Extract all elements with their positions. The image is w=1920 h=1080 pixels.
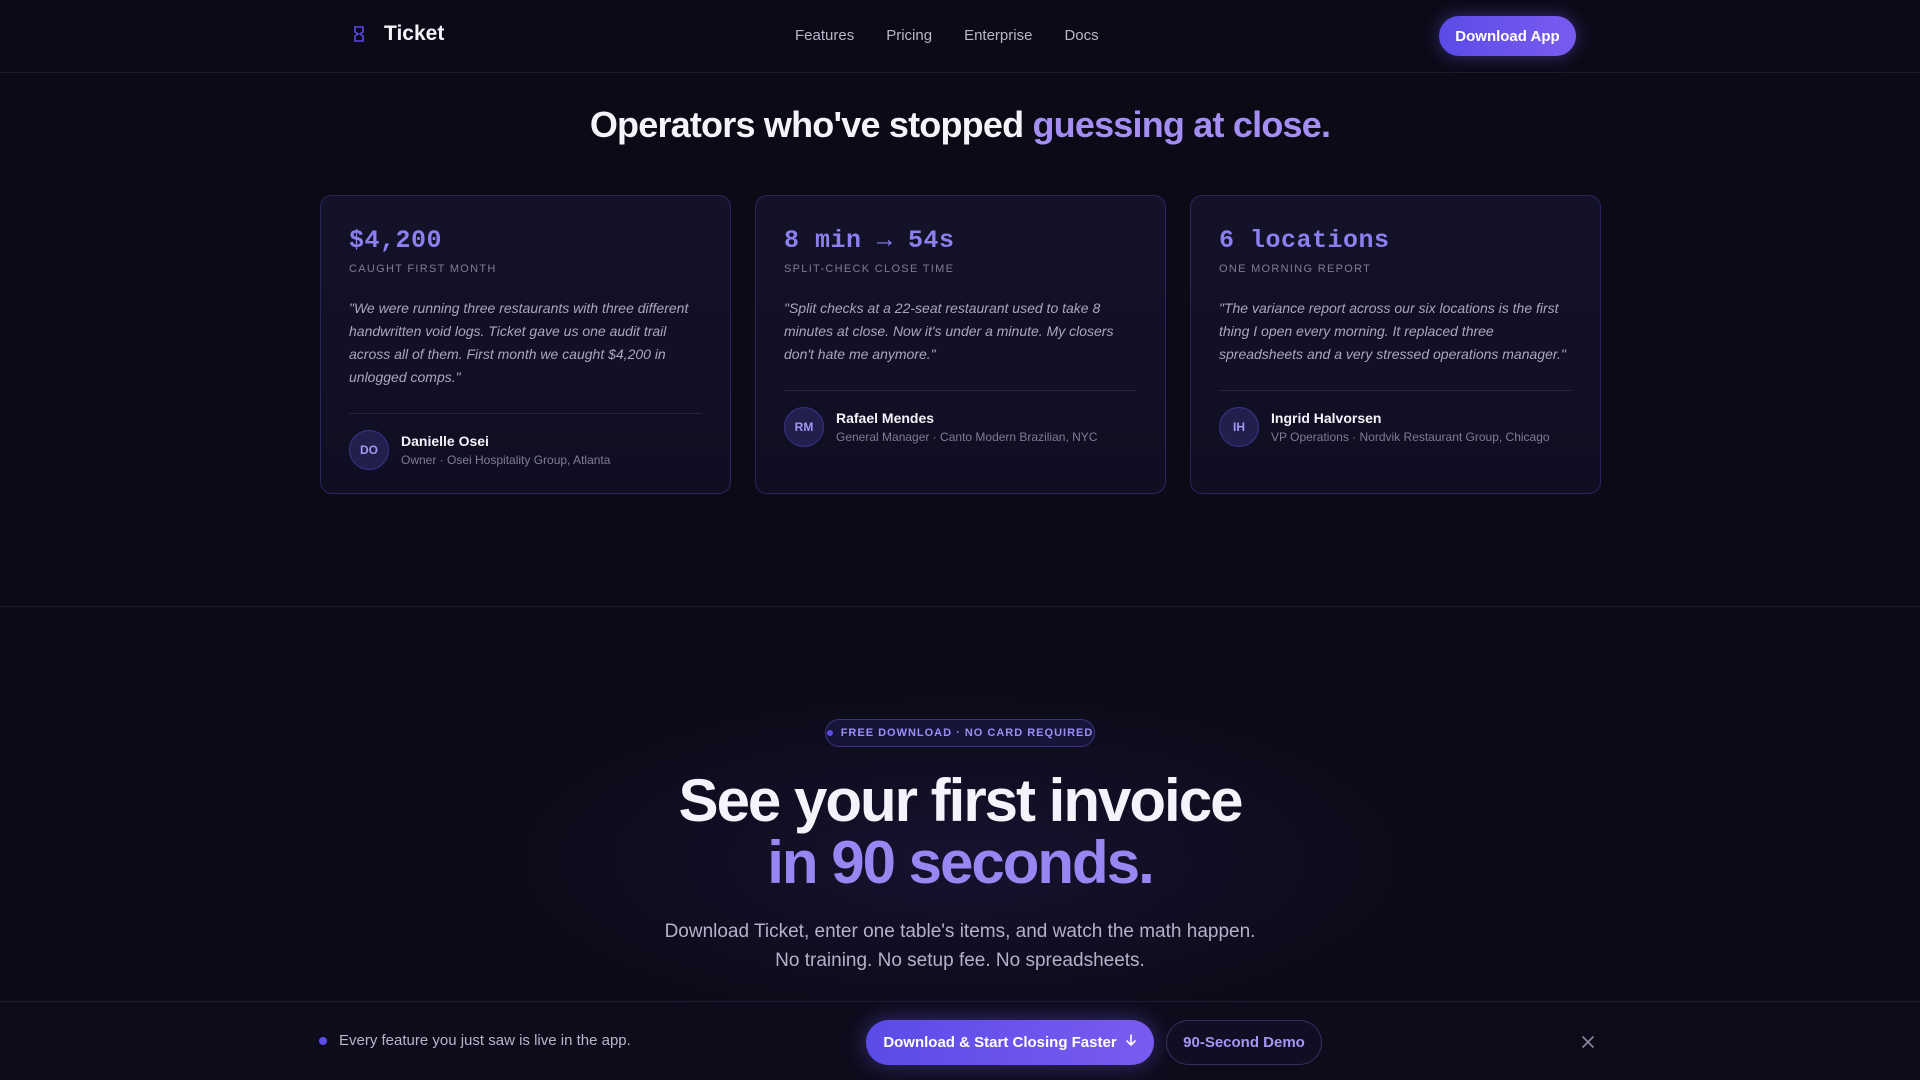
card-author: IH Ingrid Halvorsen VP Operations · Nord… [1219, 407, 1572, 447]
nav-link-features[interactable]: Features [795, 27, 854, 44]
card-quote: "The variance report across our six loca… [1219, 300, 1566, 362]
card-divider [1219, 390, 1572, 391]
author-role: General Manager · Canto Modern Brazilian… [836, 430, 1098, 444]
ticket-icon [348, 22, 370, 46]
demo-button[interactable]: 90-Second Demo [1166, 1020, 1322, 1065]
badge-text: FREE DOWNLOAD · NO CARD REQUIRED [840, 727, 1094, 739]
card-metric-label: CAUGHT FIRST MONTH [349, 263, 497, 275]
card-metric: 6 locations [1219, 226, 1390, 255]
cta-heading-line1: See your first invoice [678, 767, 1244, 834]
card-author: RM Rafael Mendes General Manager · Canto… [784, 407, 1137, 447]
testimonial-card-osei: $4,200 CAUGHT FIRST MONTH "We were runni… [320, 195, 731, 494]
download-start-label: Download & Start Closing Faster [883, 1034, 1117, 1051]
author-info: Ingrid Halvorsen VP Operations · Nordvik… [1271, 410, 1550, 444]
author-name: Ingrid Halvorsen [1271, 410, 1382, 426]
testimonials-heading-main: Operators who've stopped [589, 104, 1033, 145]
testimonials-heading: Operators who've stopped guessing at clo… [0, 104, 1920, 146]
card-metric: 8 min → 54s [784, 226, 955, 255]
card-divider [784, 390, 1137, 391]
avatar: DO [349, 430, 389, 470]
author-name: Danielle Osei [401, 433, 489, 449]
card-divider [349, 413, 702, 414]
card-quote: "We were running three restaurants with … [349, 300, 689, 385]
bar-message-text: Every feature you just saw is live in th… [339, 1032, 631, 1049]
author-role: Owner · Osei Hospitality Group, Atlanta [401, 453, 611, 467]
testimonial-card-halvorsen: 6 locations ONE MORNING REPORT "The vari… [1190, 195, 1601, 494]
nav-link-enterprise[interactable]: Enterprise [964, 27, 1032, 44]
testimonial-card-mendes: 8 min → 54s SPLIT-CHECK CLOSE TIME "Spli… [755, 195, 1166, 494]
bar-message: Every feature you just saw is live in th… [319, 1032, 631, 1049]
cta-heading-line2: in 90 seconds. [767, 829, 1154, 896]
cta-subtitle-line1: Download Ticket, enter one table's items… [664, 921, 1256, 942]
testimonial-cards: $4,200 CAUGHT FIRST MONTH "We were runni… [320, 195, 1601, 494]
free-download-badge: FREE DOWNLOAD · NO CARD REQUIRED [825, 719, 1095, 747]
card-quote: "Split checks at a 22-seat restaurant us… [784, 300, 1114, 362]
nav-link-pricing[interactable]: Pricing [886, 27, 932, 44]
card-author: DO Danielle Osei Owner · Osei Hospitalit… [349, 430, 702, 470]
cta-subtitle: Download Ticket, enter one table's items… [0, 917, 1920, 975]
nav-links: Features Pricing Enterprise Docs [795, 27, 1099, 44]
author-role: VP Operations · Nordvik Restaurant Group… [1271, 430, 1550, 444]
avatar: RM [784, 407, 824, 447]
card-metric: $4,200 [349, 226, 443, 255]
close-icon[interactable] [1578, 1032, 1598, 1052]
nav-link-docs[interactable]: Docs [1064, 27, 1098, 44]
author-name: Rafael Mendes [836, 410, 935, 426]
avatar: IH [1219, 407, 1259, 447]
author-info: Danielle Osei Owner · Osei Hospitality G… [401, 433, 610, 467]
status-dot-icon [319, 1036, 327, 1045]
brand-name: Ticket [384, 22, 445, 45]
author-info: Rafael Mendes General Manager · Canto Mo… [836, 410, 1097, 444]
section-divider [0, 606, 1920, 607]
brand[interactable]: Ticket [348, 22, 444, 46]
testimonials-heading-accent: guessing at close. [1032, 104, 1331, 145]
arrow-down-icon [1125, 1034, 1137, 1051]
badge-dot-icon [826, 730, 833, 736]
card-metric-label: SPLIT-CHECK CLOSE TIME [784, 263, 955, 275]
sticky-download-bar: Every feature you just saw is live in th… [0, 1001, 1920, 1080]
download-app-button[interactable]: Download App [1439, 16, 1576, 56]
cta-heading: See your first invoice in 90 seconds. [0, 770, 1920, 894]
top-nav: Ticket Features Pricing Enterprise Docs … [0, 0, 1920, 73]
card-metric-label: ONE MORNING REPORT [1219, 263, 1372, 275]
download-start-button[interactable]: Download & Start Closing Faster [866, 1020, 1154, 1065]
cta-subtitle-line2: No training. No setup fee. No spreadshee… [775, 950, 1145, 971]
